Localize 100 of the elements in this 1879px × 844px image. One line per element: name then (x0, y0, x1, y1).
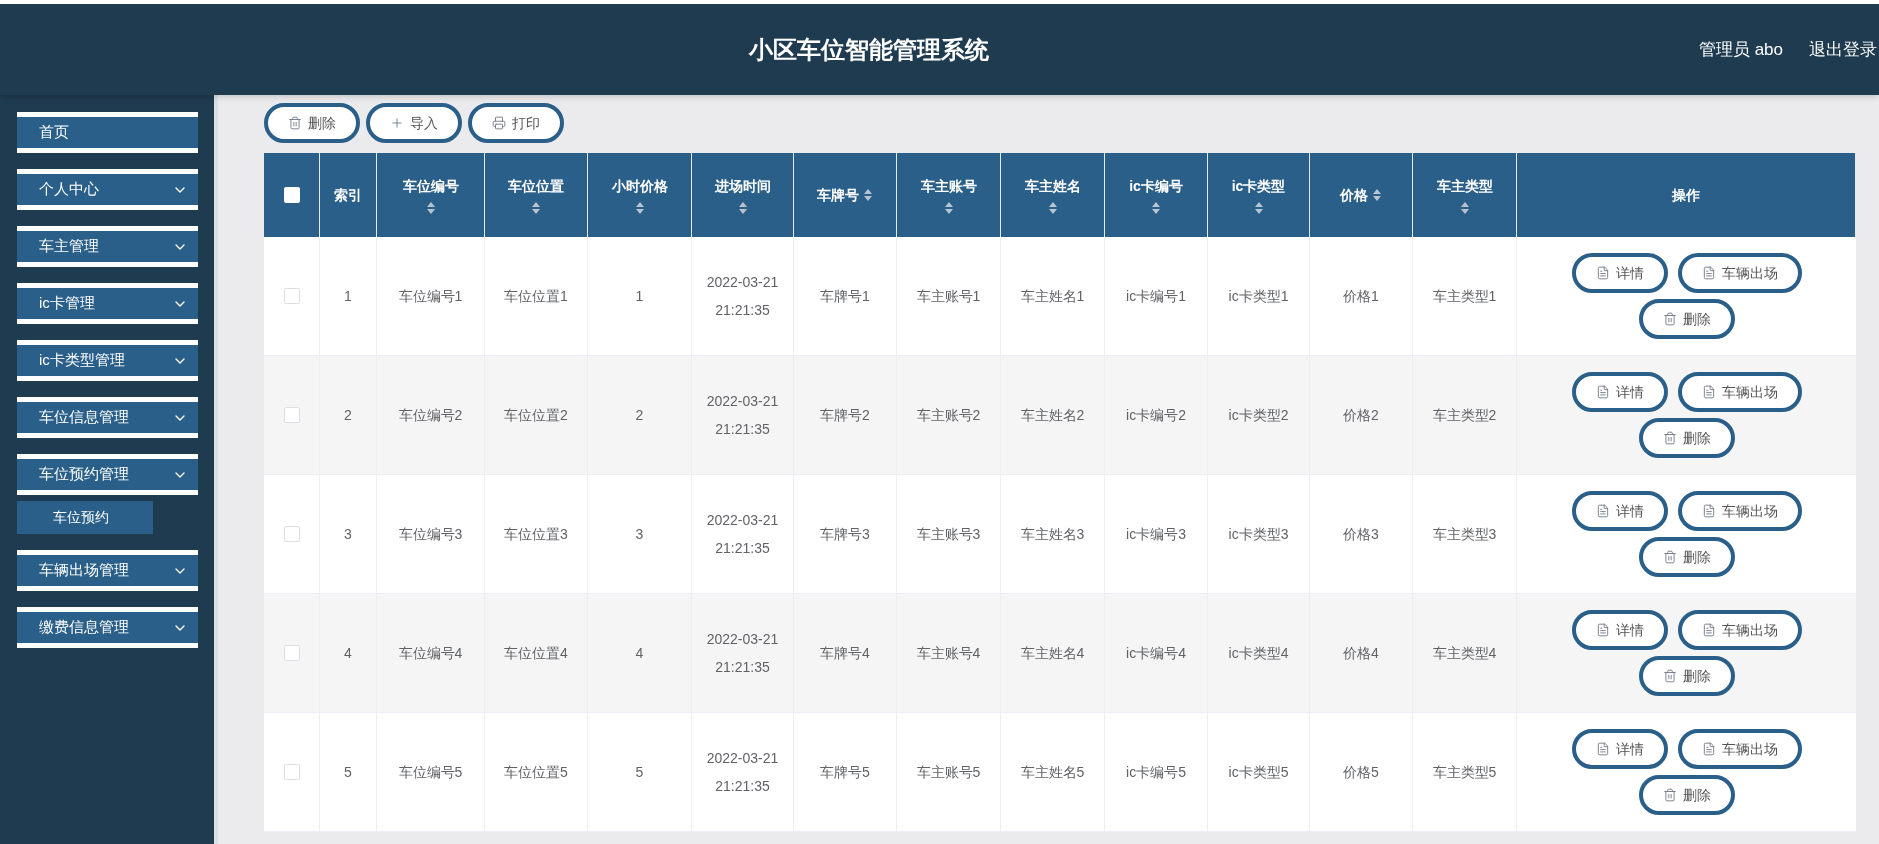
action-button[interactable]: 删除 (1638, 418, 1735, 458)
action-button[interactable]: 详情 (1571, 372, 1668, 412)
column-header: ic卡编号 (1129, 176, 1183, 196)
table-cell-text: 价格2 (1343, 406, 1379, 425)
table-cell-text: 1 (344, 287, 352, 306)
menu-item[interactable]: 车主管理 (17, 226, 198, 267)
table-cell-text: 2 (635, 406, 644, 425)
table-cell-text: 价格3 (1343, 525, 1379, 544)
table-cell-text: 4 (344, 644, 352, 663)
table-cell-text: 车位编号3 (398, 525, 463, 544)
table-cell-text: 车主姓名5 (1020, 763, 1085, 782)
action-button[interactable]: 删除 (1638, 537, 1735, 577)
table-cell-text: 车主类型5 (1432, 763, 1497, 782)
action-button[interactable]: 车辆出场 (1677, 729, 1802, 769)
action-button[interactable]: 详情 (1571, 253, 1668, 293)
table-cell-text: 5 (344, 763, 352, 782)
action-button[interactable]: 删除 (1638, 299, 1735, 339)
action-button[interactable]: 车辆出场 (1677, 491, 1802, 531)
table-cell-text: 车牌号2 (820, 406, 870, 425)
action-button[interactable]: 车辆出场 (1677, 253, 1802, 293)
document-icon (1701, 504, 1716, 518)
menu-item[interactable]: ic卡类型管理 (17, 340, 198, 381)
menu-item[interactable]: 缴费信息管理 (17, 607, 198, 648)
trash-icon (288, 116, 302, 130)
checkbox[interactable] (283, 764, 300, 780)
sort-icon[interactable] (1151, 200, 1161, 215)
action-button[interactable]: 详情 (1571, 610, 1668, 650)
table-cell-text: ic卡类型4 (1228, 644, 1289, 663)
table-cell-text: 2022-03-21 21:21:35 (705, 630, 780, 677)
checkbox[interactable] (283, 526, 300, 542)
table-cell-text: 车主账号1 (916, 287, 981, 306)
toolbar-button[interactable]: 导入 (366, 103, 462, 143)
action-button[interactable]: 车辆出场 (1677, 372, 1802, 412)
table-cell-text: 车主账号3 (916, 525, 981, 544)
menu-item[interactable]: 个人中心 (17, 169, 198, 210)
action-button[interactable]: 详情 (1571, 491, 1668, 531)
sort-icon[interactable] (1459, 200, 1470, 215)
column-header: 车牌号 (817, 185, 859, 205)
table-cell-text: 2 (344, 406, 352, 425)
table-cell-text: 2022-03-21 21:21:35 (705, 392, 780, 439)
table-cell-text: 车主姓名2 (1020, 406, 1085, 425)
table-cell-text: 车主类型3 (1432, 525, 1497, 544)
sort-icon[interactable] (863, 188, 873, 202)
sort-icon[interactable] (634, 200, 645, 215)
table-cell-text: 车位位置4 (504, 644, 568, 663)
menu-item[interactable]: ic卡管理 (17, 283, 198, 324)
action-button[interactable]: 删除 (1638, 656, 1735, 696)
table-cell-text: 4 (635, 644, 644, 663)
sort-icon[interactable] (737, 200, 748, 215)
checkbox[interactable] (283, 187, 300, 203)
submenu-item[interactable]: 车位预约 (17, 501, 153, 534)
table-cell-text: 车主账号2 (916, 406, 981, 425)
table-cell-text: 车位位置1 (504, 287, 568, 306)
action-button[interactable]: 删除 (1638, 775, 1735, 815)
table-cell-text: 价格1 (1343, 287, 1379, 306)
checkbox[interactable] (283, 407, 300, 423)
table-cell-text: 价格5 (1343, 763, 1379, 782)
document-icon (1595, 385, 1610, 399)
table-cell-text: 车主类型1 (1432, 287, 1497, 306)
document-icon (1701, 385, 1716, 399)
menu-item[interactable]: 车辆出场管理 (17, 550, 198, 591)
toolbar-button[interactable]: 打印 (468, 103, 564, 143)
sort-icon[interactable] (1372, 188, 1382, 202)
table-cell-text: 车牌号1 (820, 287, 870, 306)
table-cell-text: 车主账号4 (916, 644, 981, 663)
table-cell-text: ic卡类型3 (1228, 525, 1289, 544)
table-cell-text: ic卡编号1 (1126, 287, 1186, 306)
checkbox[interactable] (283, 645, 300, 661)
document-icon (1595, 266, 1610, 280)
plus-icon (390, 116, 404, 130)
column-header: ic卡类型 (1231, 176, 1286, 196)
menu-item[interactable]: 首页 (17, 112, 198, 153)
table-cell-text: 车位位置3 (504, 525, 568, 544)
sort-icon[interactable] (1253, 200, 1264, 215)
column-header: 车主账号 (920, 176, 977, 196)
table-cell-text: 车位编号5 (398, 763, 463, 782)
table-cell-text: 5 (635, 763, 644, 782)
action-button[interactable]: 车辆出场 (1677, 610, 1802, 650)
menu-item[interactable]: 车位预约管理 (17, 454, 198, 495)
toolbar-button[interactable]: 删除 (264, 103, 360, 143)
sort-icon[interactable] (531, 200, 541, 215)
table-cell-text: 车牌号5 (820, 763, 870, 782)
sort-icon[interactable] (1047, 200, 1058, 215)
menu-item[interactable]: 车位信息管理 (17, 397, 198, 438)
action-button[interactable]: 详情 (1571, 729, 1668, 769)
sort-icon[interactable] (425, 200, 436, 215)
table-cell-text: ic卡编号5 (1126, 763, 1186, 782)
logout-link[interactable]: 退出登录 (1809, 36, 1877, 63)
table-cell-text: 2022-03-21 21:21:35 (705, 273, 780, 320)
table-cell-text: 车主账号5 (916, 763, 981, 782)
trash-icon (1662, 550, 1677, 564)
checkbox[interactable] (283, 288, 300, 304)
table-cell-text: 车主姓名4 (1020, 644, 1085, 663)
table-cell-text: 价格4 (1343, 644, 1379, 663)
sort-icon[interactable] (943, 200, 954, 215)
table-cell-text: 1 (635, 287, 644, 306)
table-cell-text: ic卡类型1 (1228, 287, 1289, 306)
column-header: 进场时间 (714, 176, 771, 196)
table-cell-text: ic卡类型2 (1228, 406, 1289, 425)
table-cell-text: ic卡编号4 (1126, 644, 1186, 663)
